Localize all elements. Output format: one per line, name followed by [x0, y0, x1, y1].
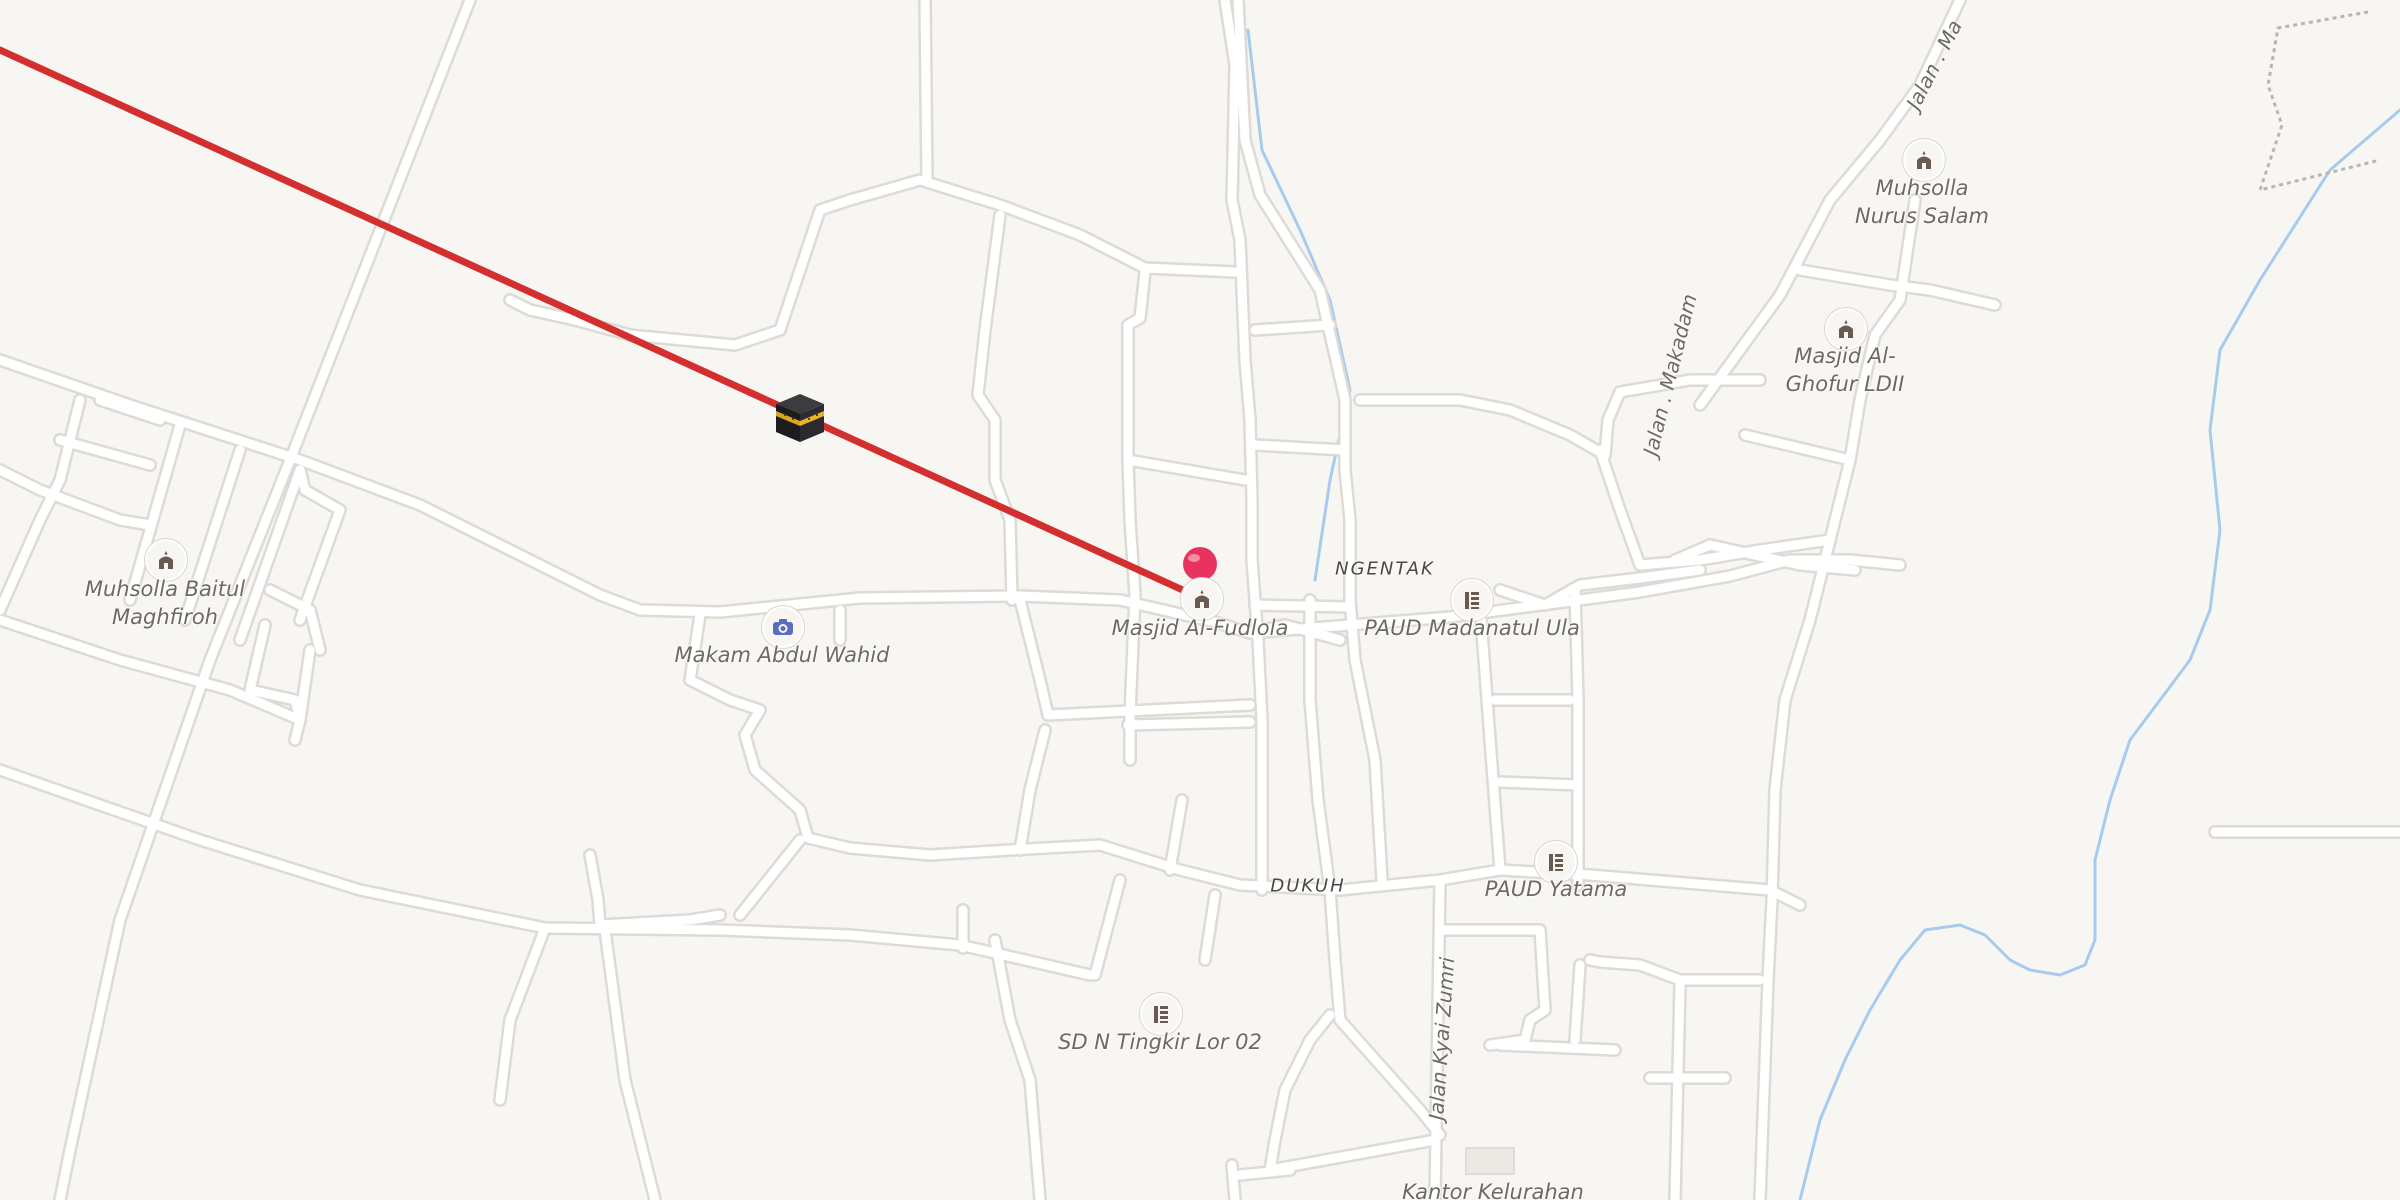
building-footprint	[1465, 1147, 1515, 1175]
poi-label: Kantor Kelurahan	[1402, 1180, 1584, 1200]
poi-label: PAUD Madanatul Ula	[1364, 616, 1580, 640]
poi-label: Muhsolla Nurus Salam	[1847, 174, 1997, 230]
poi-label: PAUD Yatama	[1484, 877, 1628, 901]
poi-label: Makam Abdul Wahid	[674, 643, 890, 667]
kaaba-icon[interactable]	[772, 390, 828, 446]
poi-name: Muhsolla Baitul Maghfiroh	[84, 577, 246, 629]
area-label-dukuh: DUKUH	[1270, 875, 1346, 897]
poi-name: Muhsolla Nurus Salam	[1855, 176, 1989, 228]
poi-label: Muhsolla Baitul Maghfiroh	[65, 575, 265, 631]
area-label-ngentak: NGENTAK	[1335, 558, 1435, 580]
poi-label: SD N Tingkir Lor 02	[1058, 1030, 1262, 1054]
poi-name: Masjid Al-Ghofur LDII	[1785, 344, 1905, 396]
qibla-direction-line	[0, 46, 1202, 601]
boundary-line	[2257, 10, 2381, 193]
poi-label: Masjid Al-Ghofur LDII	[1775, 342, 1915, 398]
map-canvas[interactable]: Muhsolla Baitul Maghfiroh Makam Abdul Wa…	[0, 0, 2400, 1200]
poi-label: Masjid Al-Fudlola	[1111, 616, 1289, 640]
